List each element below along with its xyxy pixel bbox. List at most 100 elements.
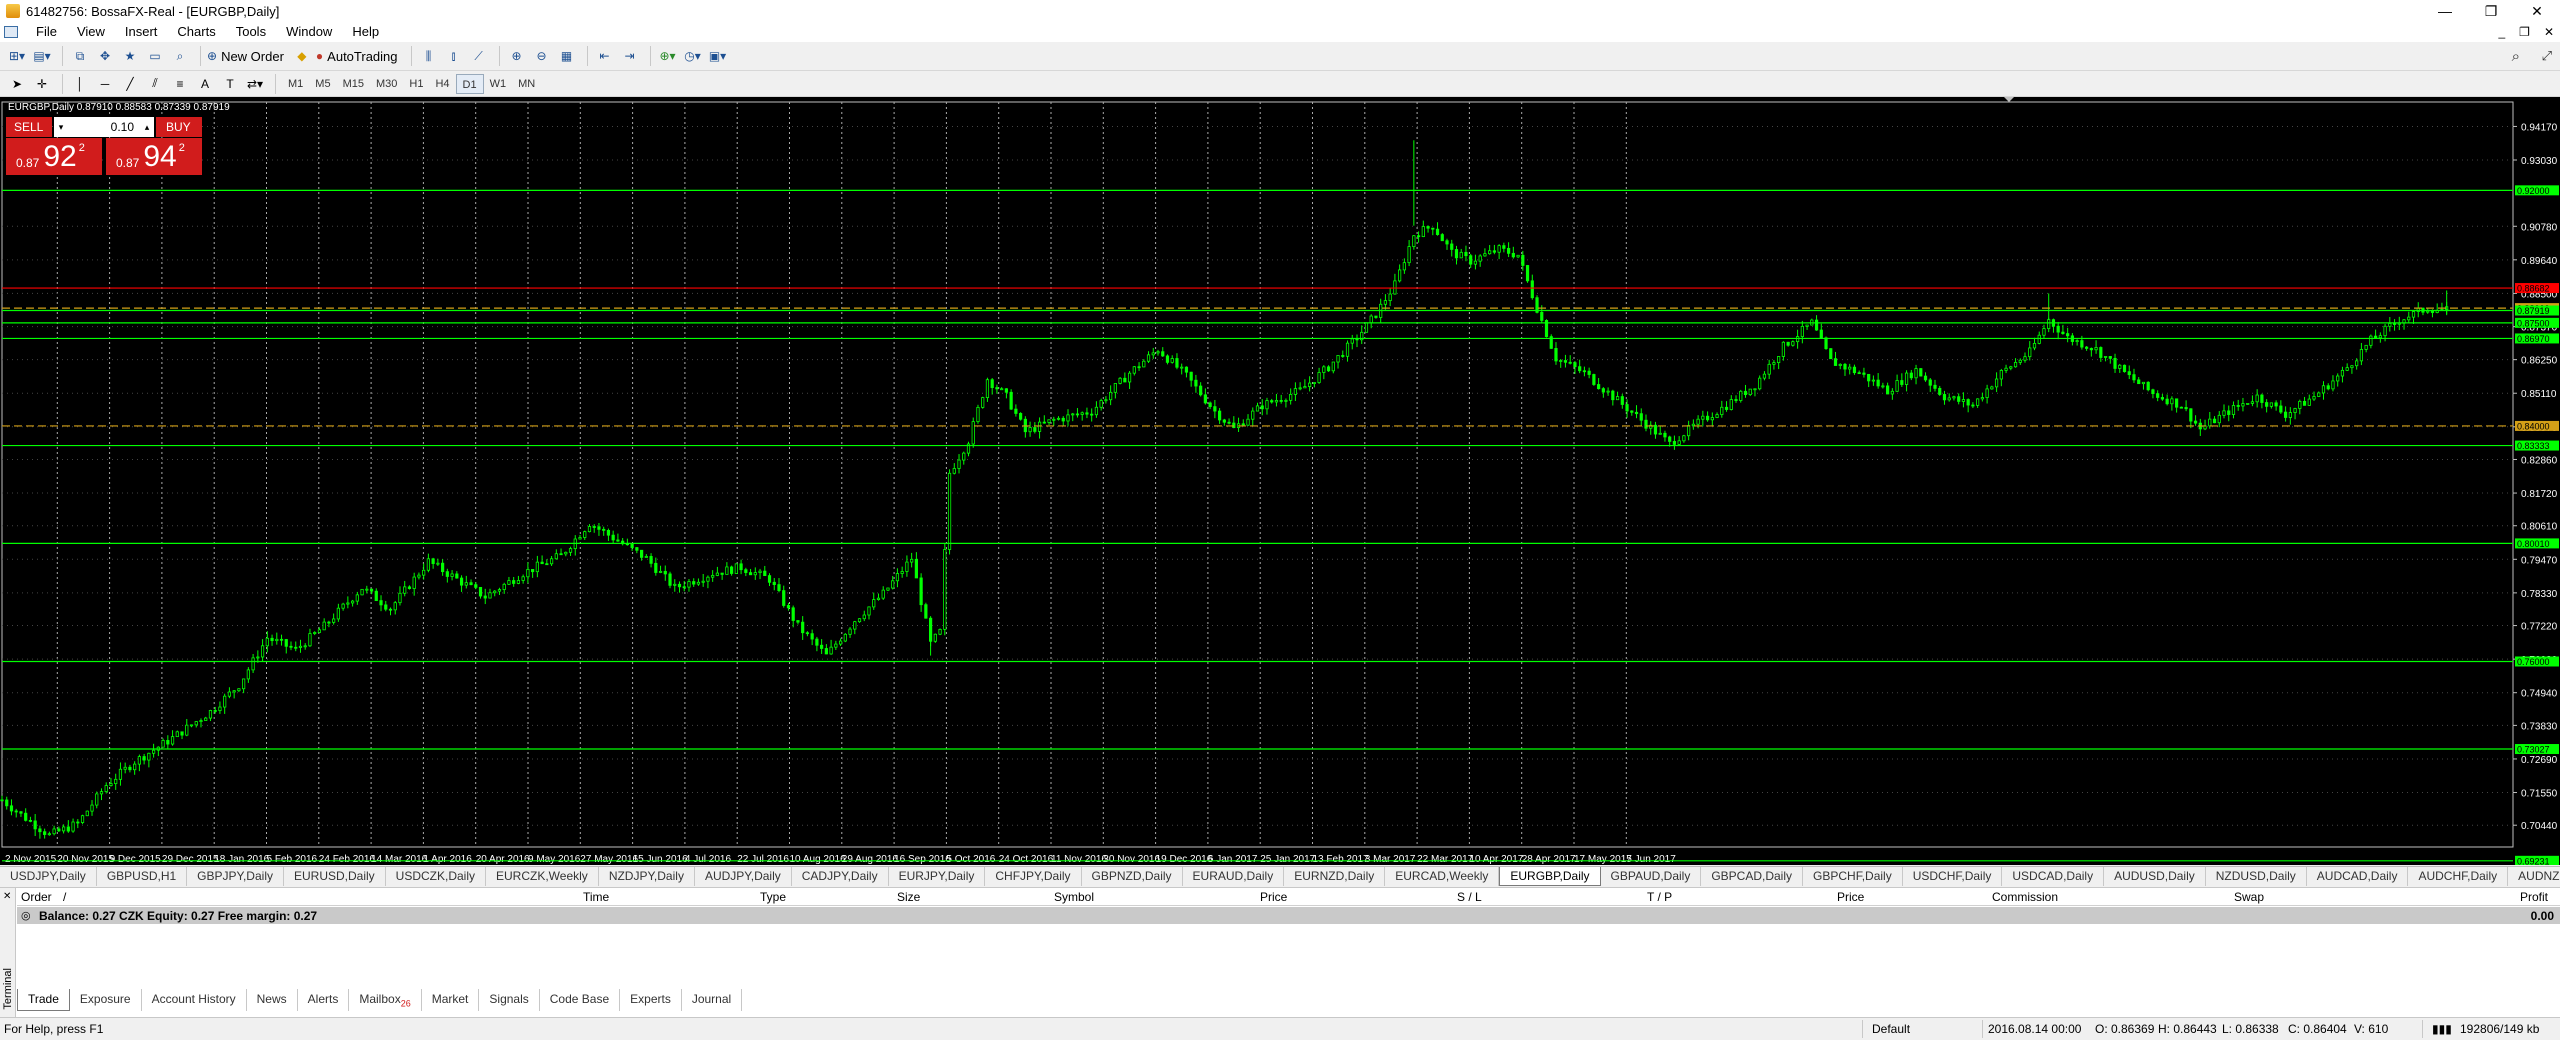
navigator-icon[interactable]: ★ — [119, 45, 141, 67]
balance-row[interactable]: ◎ Balance: 0.27 CZK Equity: 0.27 Free ma… — [17, 907, 2560, 924]
trendline-icon[interactable]: ╱ — [119, 73, 141, 95]
menu-help[interactable]: Help — [342, 22, 389, 42]
arrows-icon[interactable]: ⇄▾ — [244, 73, 266, 95]
sell-button[interactable]: SELL — [6, 117, 52, 137]
chart-tab[interactable]: EURUSD,Daily — [284, 867, 386, 886]
search-icon[interactable]: ⌕ — [2512, 48, 2520, 65]
tab-exposure[interactable]: Exposure — [70, 989, 142, 1011]
chart-shift-icon[interactable]: ⇥ — [619, 45, 641, 67]
tab-journal[interactable]: Journal — [682, 989, 743, 1011]
chart-tab[interactable]: AUDCAD,Daily — [2307, 867, 2409, 886]
timeframe-w1[interactable]: W1 — [484, 74, 513, 94]
col-size[interactable]: Size — [897, 890, 920, 904]
chart-tab[interactable]: USDCZK,Daily — [386, 867, 487, 886]
chart-tab[interactable]: EURGBP,Daily — [1499, 867, 1601, 886]
restore-button[interactable]: ❐ — [2468, 0, 2514, 22]
col-order[interactable]: Order — [21, 890, 52, 904]
mdi-minimize-button[interactable]: _ — [2498, 22, 2505, 42]
chart-tab[interactable]: CADJPY,Daily — [792, 867, 889, 886]
tab-experts[interactable]: Experts — [620, 989, 682, 1011]
bar-chart-icon[interactable]: ⫼ — [418, 45, 440, 67]
buy-price[interactable]: 0.87 94 2 — [106, 138, 202, 175]
timeframe-m1[interactable]: M1 — [282, 74, 309, 94]
menu-tools[interactable]: Tools — [226, 22, 276, 42]
chart-tab[interactable]: GBPCAD,Daily — [1701, 867, 1804, 886]
menu-insert[interactable]: Insert — [115, 22, 168, 42]
lot-up-icon[interactable]: ▴ — [140, 122, 154, 133]
chart-tab[interactable]: EURNZD,Daily — [1284, 867, 1386, 886]
vertical-line-icon[interactable]: │ — [69, 73, 91, 95]
mdi-close-button[interactable]: ✕ — [2544, 22, 2554, 42]
menu-window[interactable]: Window — [276, 22, 342, 42]
chart-tab[interactable]: EURCAD,Weekly — [1385, 867, 1500, 886]
tab-signals[interactable]: Signals — [479, 989, 540, 1011]
lot-size-value[interactable]: 0.10 — [68, 120, 140, 134]
metaeditor-icon[interactable]: ◆ — [291, 45, 313, 67]
fibonacci-icon[interactable]: ≡ — [169, 73, 191, 95]
zoom-in-icon[interactable]: ⊕ — [506, 45, 528, 67]
text-tool[interactable]: A — [194, 73, 216, 95]
tile-windows-icon[interactable]: ▦ — [556, 45, 578, 67]
col-price[interactable]: Price — [1260, 890, 1287, 904]
autoscroll-icon[interactable]: ⇤ — [594, 45, 616, 67]
lot-size-field[interactable]: ▾ 0.10 ▴ — [54, 117, 154, 137]
new-order-button[interactable]: ⊕ New Order — [207, 45, 288, 67]
chart-tab[interactable]: EURJPY,Daily — [889, 867, 986, 886]
close-icon[interactable]: ✕ — [3, 891, 11, 902]
col-type[interactable]: Type — [760, 890, 786, 904]
chart-tab[interactable]: GBPAUD,Daily — [1601, 867, 1702, 886]
chart-tab[interactable]: USDCAD,Daily — [2002, 867, 2105, 886]
chart-tab[interactable]: EURAUD,Daily — [1183, 867, 1285, 886]
fullscreen-icon[interactable]: ⤢ — [2542, 48, 2552, 64]
line-chart-icon[interactable]: ⟋ — [468, 45, 490, 67]
col-swap[interactable]: Swap — [2234, 890, 2264, 904]
menu-file[interactable]: File — [26, 22, 67, 42]
cursor-icon[interactable]: ➤ — [6, 73, 28, 95]
label-icon[interactable]: T — [219, 73, 241, 95]
status-profile[interactable]: Default — [1872, 1022, 1910, 1036]
indicators-icon[interactable]: ⊕▾ — [657, 45, 679, 67]
tab-alerts[interactable]: Alerts — [298, 989, 350, 1011]
col-commission[interactable]: Commission — [1992, 890, 2058, 904]
chart-tab[interactable]: CHFJPY,Daily — [985, 867, 1082, 886]
sell-price[interactable]: 0.87 92 2 — [6, 138, 102, 175]
tab-code-base[interactable]: Code Base — [540, 989, 621, 1011]
chart-tab[interactable]: AUDNZD,Weekly — [2508, 867, 2560, 886]
col-profit[interactable]: Profit — [2520, 890, 2548, 904]
col-tp[interactable]: T / P — [1647, 890, 1672, 904]
col-time[interactable]: Time — [583, 890, 609, 904]
chart-tab[interactable]: AUDJPY,Daily — [695, 867, 792, 886]
chart-tab[interactable]: USDCHF,Daily — [1903, 867, 2003, 886]
minimize-button[interactable]: — — [2422, 0, 2468, 22]
menu-view[interactable]: View — [67, 22, 115, 42]
strategy-tester-icon[interactable]: ⌕ — [169, 45, 191, 67]
tab-market[interactable]: Market — [422, 989, 480, 1011]
chart-tab[interactable]: NZDUSD,Daily — [2206, 867, 2307, 886]
chart-tab[interactable]: GBPUSD,H1 — [97, 867, 188, 886]
tab-news[interactable]: News — [247, 989, 298, 1011]
chart-window-icon[interactable] — [4, 26, 18, 38]
chart-tab[interactable]: AUDCHF,Daily — [2408, 867, 2509, 886]
periods-icon[interactable]: ◷▾ — [682, 45, 704, 67]
mdi-restore-button[interactable]: ❐ — [2519, 22, 2530, 42]
templates-icon[interactable]: ▣▾ — [707, 45, 729, 67]
crosshair-icon[interactable]: ✛ — [31, 73, 53, 95]
col-current-price[interactable]: Price — [1837, 890, 1864, 904]
timeframe-h1[interactable]: H1 — [403, 74, 429, 94]
price-chart[interactable]: 2 Nov 2015 20 Nov 2015 9 Dec 2015 29 Dec 20… — [0, 97, 2560, 865]
timeframe-h4[interactable]: H4 — [429, 74, 455, 94]
tab-account-history[interactable]: Account History — [142, 989, 247, 1011]
zoom-out-icon[interactable]: ⊖ — [531, 45, 553, 67]
chart-tab[interactable]: GBPCHF,Daily — [1803, 867, 1903, 886]
candlestick-icon[interactable]: ⫾ — [443, 45, 465, 67]
timeframe-d1[interactable]: D1 — [455, 73, 484, 94]
horizontal-line-icon[interactable]: ─ — [94, 73, 116, 95]
col-symbol[interactable]: Symbol — [1054, 890, 1094, 904]
chart-tab[interactable]: EURCZK,Weekly — [486, 867, 599, 886]
profiles-icon[interactable]: ▤▾ — [31, 45, 53, 67]
buy-button[interactable]: BUY — [156, 117, 202, 137]
close-button[interactable]: ✕ — [2514, 0, 2560, 22]
tab-trade[interactable]: Trade — [17, 989, 70, 1011]
channel-icon[interactable]: ⫽ — [144, 73, 166, 95]
timeframe-m15[interactable]: M15 — [337, 74, 370, 94]
